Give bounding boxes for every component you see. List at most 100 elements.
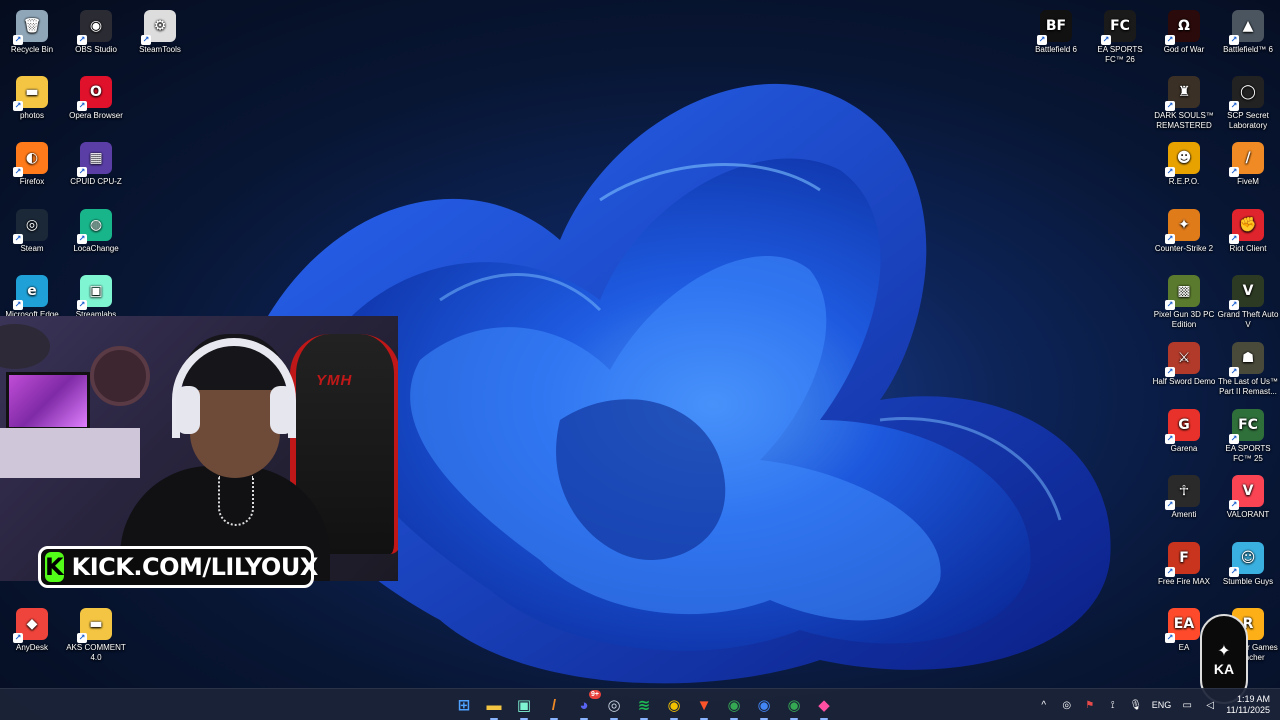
desktop-shortcut[interactable]: e ↗ Microsoft Edge (0, 271, 64, 320)
desktop-shortcut[interactable]: V ↗ VALORANT (1216, 471, 1280, 520)
desktop-shortcut[interactable]: ▬ ↗ photos (0, 72, 64, 121)
shortcut-label: Half Sword Demo (1152, 377, 1216, 386)
icon-glyph: ▦ (89, 150, 103, 166)
shortcut-label: Free Fire MAX (1157, 577, 1210, 586)
shortcut-label: Amenti (1171, 510, 1197, 519)
tray-icons: ^ ◎ ⚑ ⟟ 🎙 (1037, 698, 1143, 712)
webcam-lamp (0, 324, 50, 369)
kick-app-icon[interactable]: ◆ (812, 693, 836, 720)
desktop-shortcut[interactable]: ◆ ↗ AnyDesk (0, 604, 64, 653)
chrome-alt-icon[interactable]: ◉ (752, 693, 776, 720)
shortcut-label: God of War (1163, 45, 1205, 54)
display-icon[interactable]: ▭ (1180, 698, 1194, 712)
volume-icon[interactable]: ◁ (1203, 698, 1217, 712)
battlefield6-icon: BF ↗ (1037, 10, 1072, 45)
shortcut-label: Riot Client (1229, 244, 1267, 253)
desktop-shortcut[interactable]: ☻ ↗ R.E.P.O. (1152, 138, 1216, 187)
icon-glyph: BF (1045, 18, 1067, 34)
desktop-shortcut[interactable]: ◐ ↗ Firefox (0, 138, 64, 187)
desktop-shortcut[interactable]: ⚔ ↗ Half Sword Demo (1152, 338, 1216, 387)
fivem-taskbar-icon[interactable]: / (542, 693, 566, 720)
obs-icon: ◉ ↗ (77, 10, 112, 45)
desktop-shortcut[interactable]: ⚙ ↗ SteamTools (128, 6, 192, 55)
desktop-shortcut[interactable]: O ↗ Opera Browser (64, 72, 128, 121)
shortcut-label: Grand Theft Auto V (1217, 310, 1279, 329)
steam-tray-icon[interactable]: ◎ (1060, 698, 1074, 712)
brave-icon[interactable]: ▼ (692, 693, 716, 720)
icon-glyph: / (1245, 150, 1251, 166)
icon-glyph: F (1179, 550, 1189, 566)
chrome-icon[interactable]: ◉ (662, 693, 686, 720)
usb-icon[interactable]: ⟟ (1106, 698, 1120, 712)
desktop-shortcut[interactable]: ♜ ↗ DARK SOULS™ REMASTERED (1152, 72, 1216, 131)
clock[interactable]: 1:19 AM 11/11/2025 (1226, 694, 1270, 716)
webcam-overlay: YMH (0, 316, 398, 581)
shield-tray-icon[interactable]: ⚑ (1083, 698, 1097, 712)
headphones-left-cup (176, 386, 200, 434)
desktop-shortcut[interactable]: ◎ ↗ Steam (0, 205, 64, 254)
chrome-dev-icon[interactable]: ◉ (782, 693, 806, 720)
icon-glyph: ▬ (89, 616, 103, 632)
shortcut-label: photos (19, 111, 45, 120)
desktop-shortcut[interactable]: ▲ ↗ Battlefield™ 6 (1216, 6, 1280, 55)
desktop-shortcut[interactable]: ▩ ↗ Pixel Gun 3D PC Edition (1152, 271, 1216, 330)
desktop-shortcut[interactable]: ☗ ↗ The Last of Us™ Part II Remast... (1216, 338, 1280, 397)
desktop-shortcut[interactable]: ◉ ↗ OBS Studio (64, 6, 128, 55)
shortcut-label: Garena (1170, 444, 1198, 453)
shortcut-arrow-icon: ↗ (1165, 367, 1175, 377)
chevron-up-icon[interactable]: ^ (1037, 698, 1051, 712)
icon-glyph: ⚔ (1177, 350, 1191, 366)
desktop-shortcut[interactable]: ◍ ↗ LocaChange (64, 205, 128, 254)
icon-glyph: ⚙ (153, 18, 167, 34)
desktop-shortcut[interactable]: BF ↗ Battlefield 6 (1024, 6, 1088, 55)
desktop-shortcut[interactable]: / ↗ FiveM (1216, 138, 1280, 187)
icon-glyph: ♜ (1177, 84, 1191, 100)
desktop-shortcut[interactable]: ▬ ↗ AKS COMMENT 4.0 (64, 604, 128, 663)
file-explorer-icon[interactable]: ▬ (482, 693, 506, 720)
shortcut-label: The Last of Us™ Part II Remast... (1217, 377, 1279, 396)
shortcut-arrow-icon: ↗ (1165, 234, 1175, 244)
steam-taskbar-icon[interactable]: ◎ (602, 693, 626, 720)
shortcut-arrow-icon: ↗ (1229, 35, 1239, 45)
desktop-shortcut[interactable]: FC ↗ EA SPORTS FC™ 25 (1216, 405, 1280, 464)
shortcut-arrow-icon: ↗ (13, 633, 23, 643)
kick-logo-icon: K (45, 552, 64, 582)
desktop-shortcut[interactable]: ✦ ↗ Counter-Strike 2 (1152, 205, 1216, 254)
webcam-wall-decor (90, 346, 150, 406)
desktop-shortcut[interactable]: 🗑 ↗ Recycle Bin (0, 6, 64, 55)
shortcut-arrow-icon: ↗ (13, 35, 23, 45)
desktop-shortcut[interactable]: G ↗ Garena (1152, 405, 1216, 454)
desktop-shortcut[interactable]: Ω ↗ God of War (1152, 6, 1216, 55)
spotify-icon[interactable]: ≋ (632, 693, 656, 720)
desktop-shortcut[interactable]: F ↗ Free Fire MAX (1152, 538, 1216, 587)
streamlabs-taskbar-icon[interactable]: ▣ (512, 693, 536, 720)
shortcut-label: Opera Browser (69, 111, 123, 120)
shortcut-label: Battlefield™ 6 (1223, 45, 1273, 54)
shortcut-arrow-icon: ↗ (1229, 300, 1239, 310)
desktop-shortcut[interactable]: ☥ ↗ Amenti (1152, 471, 1216, 520)
start-button-icon[interactable]: ⊞ (452, 693, 476, 717)
icon-glyph: ☻ (1176, 150, 1192, 166)
firefox-icon: ◐ ↗ (13, 142, 48, 177)
desktop-shortcut[interactable]: ◯ ↗ SCP Secret Laboratory (1216, 72, 1280, 131)
desktop-shortcut[interactable]: ✊ ↗ Riot Client (1216, 205, 1280, 254)
watermark-bird-icon: ✦ (1217, 643, 1231, 660)
icon-glyph: FC (1238, 417, 1258, 433)
icon-glyph: ▬ (25, 84, 39, 100)
stumble-guys-icon: ☺ ↗ (1229, 542, 1264, 577)
desktop-shortcut[interactable]: V ↗ Grand Theft Auto V (1216, 271, 1280, 330)
desktop-shortcut[interactable]: FC ↗ EA SPORTS FC™ 26 (1088, 6, 1152, 65)
shortcut-arrow-icon: ↗ (1229, 434, 1239, 444)
desktop-shortcut[interactable]: ☺ ↗ Stumble Guys (1216, 538, 1280, 587)
clock-time: 1:19 AM (1236, 694, 1270, 704)
mic-icon[interactable]: 🎙 (1129, 698, 1143, 712)
chrome-profile-icon[interactable]: ◉ (722, 693, 746, 720)
desktop-shortcut[interactable]: ▦ ↗ CPUID CPU-Z (64, 138, 128, 187)
shortcut-arrow-icon: ↗ (1165, 167, 1175, 177)
discord-icon[interactable]: ◕ 9+ (572, 690, 601, 720)
taskbar-apps: ⊞ ▬ ▣ / ◕ 9+ ◎ ≋ ◉ ▼ ◉ ◉ ◉ ◆ (452, 690, 836, 720)
icon-glyph: FC (1110, 18, 1130, 34)
desktop-shortcut[interactable]: ▣ ↗ Streamlabs (64, 271, 128, 320)
shortcut-arrow-icon: ↗ (77, 35, 87, 45)
language-indicator[interactable]: ENG (1152, 700, 1172, 710)
